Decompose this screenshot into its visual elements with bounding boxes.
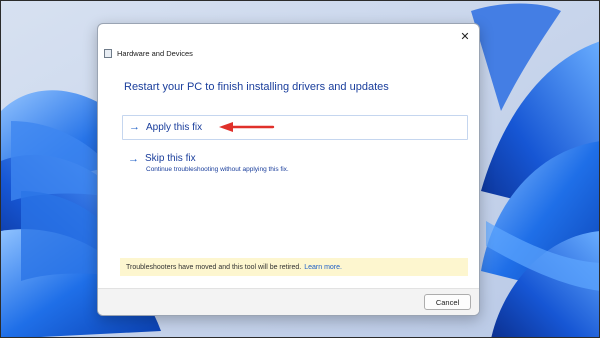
troubleshooter-dialog: ✕ Hardware and Devices Restart your PC t… [97, 23, 480, 316]
screenshot-frame: ✕ Hardware and Devices Restart your PC t… [0, 0, 600, 338]
skip-fix-description: Continue troubleshooting without applyin… [146, 166, 289, 173]
close-icon: ✕ [460, 30, 470, 43]
arrow-right-icon: → [128, 153, 139, 165]
arrow-right-icon: → [129, 121, 140, 133]
skip-fix-option[interactable]: → Skip this fix Continue troubleshooting… [122, 150, 382, 180]
skip-fix-label: Skip this fix [145, 153, 196, 164]
close-button[interactable]: ✕ [458, 29, 472, 43]
callout-arrow-icon [219, 122, 275, 132]
learn-more-link[interactable]: Learn more. [304, 264, 342, 271]
notice-text: Troubleshooters have moved and this tool… [126, 263, 302, 271]
apply-fix-option[interactable]: → Apply this fix [122, 115, 468, 140]
apply-fix-label: Apply this fix [146, 122, 203, 133]
retirement-notice: Troubleshooters have moved and this tool… [120, 258, 468, 276]
dialog-footer: Cancel [98, 288, 479, 315]
hardware-devices-icon [104, 49, 112, 58]
window-title: Hardware and Devices [117, 49, 193, 58]
page-heading: Restart your PC to finish installing dri… [124, 81, 389, 93]
cancel-button[interactable]: Cancel [424, 294, 471, 310]
